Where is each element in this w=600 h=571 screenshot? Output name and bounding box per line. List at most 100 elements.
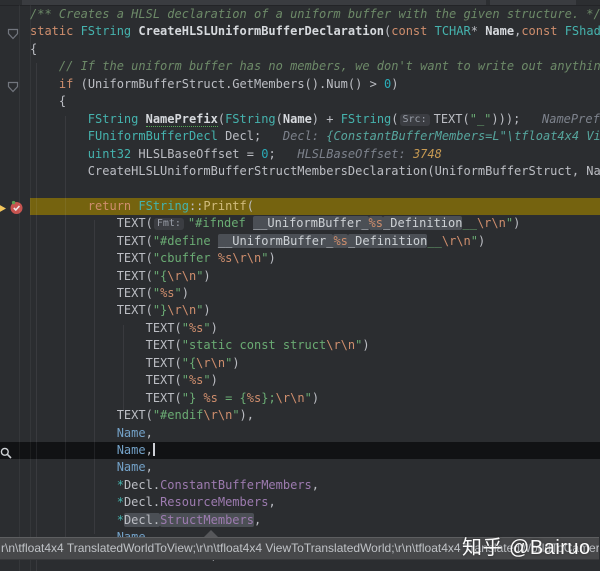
gutter[interactable] <box>0 459 30 476</box>
gutter[interactable] <box>0 58 30 75</box>
code-token: FString <box>81 24 139 38</box>
gutter[interactable] <box>0 233 30 250</box>
gutter[interactable] <box>0 477 30 494</box>
code-token <box>30 77 59 91</box>
gutter[interactable] <box>0 146 30 163</box>
code-token: TEXT( <box>30 286 153 300</box>
editor-row: TEXT("%s") <box>0 320 600 337</box>
code-line[interactable]: Name, <box>30 442 600 459</box>
gutter[interactable] <box>0 215 30 232</box>
code-token: __ <box>427 234 441 248</box>
code-line[interactable]: TEXT("%s") <box>30 372 600 389</box>
code-line[interactable]: TEXT("} %s = {%s};\r\n") <box>30 390 600 407</box>
gutter[interactable] <box>0 494 30 511</box>
code-token: "#ifndef <box>188 216 253 230</box>
gutter[interactable] <box>0 302 30 319</box>
code-token: " <box>471 234 478 248</box>
code-token: "static const struct <box>182 338 327 352</box>
gutter[interactable] <box>0 512 30 529</box>
code-line[interactable]: *Decl.ConstantBufferMembers, <box>30 477 600 494</box>
code-line[interactable]: TEXT("{\r\n") <box>30 268 600 285</box>
code-token: Name <box>30 426 146 440</box>
gutter[interactable] <box>0 390 30 407</box>
code-token: if <box>59 77 81 91</box>
code-line[interactable]: Name, <box>30 425 600 442</box>
gutter[interactable] <box>0 407 30 424</box>
code-line[interactable]: TEXT("%s") <box>30 285 600 302</box>
gutter[interactable] <box>0 285 30 302</box>
gutter[interactable] <box>0 93 30 110</box>
code-line[interactable]: Name, <box>30 459 600 476</box>
ide-editor-window: /** Creates a HLSL declaration of a unif… <box>0 0 600 571</box>
gutter[interactable] <box>0 337 30 354</box>
gutter[interactable] <box>0 355 30 372</box>
gutter[interactable] <box>0 23 30 40</box>
code-line[interactable]: TEXT("static const struct\r\n") <box>30 337 600 354</box>
code-token: "#endif <box>153 408 204 422</box>
code-line[interactable]: FUniformBufferDecl Decl; Decl: {Constant… <box>30 128 600 145</box>
code-line[interactable]: FString NamePrefix(FString(Name) + FStri… <box>30 111 600 128</box>
code-token: ) <box>268 251 275 265</box>
code-token: \r\n <box>232 251 261 265</box>
tab-strip-segment <box>490 0 576 5</box>
code-token: FUniformBufferDecl <box>30 129 225 143</box>
inline-debug-hint-value: 3748 <box>413 147 442 161</box>
code-token: %s <box>333 234 347 248</box>
gutter[interactable] <box>0 268 30 285</box>
code-token: FString <box>30 112 146 126</box>
code-token: "{ <box>153 269 167 283</box>
gutter[interactable] <box>0 320 30 337</box>
code-line[interactable]: TEXT("cbuffer %s\r\n") <box>30 250 600 267</box>
code-line[interactable]: TEXT("{\r\n") <box>30 355 600 372</box>
editor-row: TEXT("#endif\r\n"), <box>0 407 600 424</box>
code-line[interactable]: *Decl.StructMembers, <box>30 512 600 529</box>
code-line[interactable]: // If the uniform buffer has no members,… <box>30 58 600 75</box>
code-line[interactable]: { <box>30 93 600 110</box>
gutter[interactable] <box>0 372 30 389</box>
code-token: ) <box>211 321 218 335</box>
code-line[interactable] <box>30 180 600 197</box>
code-line[interactable]: *Decl.ResourceMembers, <box>30 494 600 511</box>
gutter[interactable] <box>0 442 30 459</box>
code-token: TEXT( <box>30 216 153 230</box>
code-line[interactable]: TEXT("%s") <box>30 320 600 337</box>
code-token: " <box>153 286 160 300</box>
code-token <box>30 513 117 527</box>
gutter[interactable] <box>0 250 30 267</box>
code-token: TEXT( <box>434 112 470 126</box>
code-token: * <box>117 513 124 527</box>
code-token: "cbuffer <box>153 251 218 265</box>
code-line[interactable]: static FString CreateHLSLUniformBufferDe… <box>30 23 600 40</box>
gutter[interactable] <box>0 198 30 215</box>
code-token: " <box>203 321 210 335</box>
gutter[interactable] <box>0 41 30 58</box>
gutter[interactable] <box>0 425 30 442</box>
code-token: = { <box>218 391 247 405</box>
gutter[interactable] <box>0 76 30 93</box>
code-token: const <box>391 24 434 38</box>
code-line[interactable]: TEXT("#define __UniformBuffer_%s_Definit… <box>30 233 600 250</box>
code-line[interactable]: uint32 HLSLBaseOffset = 0; HLSLBaseOffse… <box>30 146 600 163</box>
code-line[interactable]: /** Creates a HLSL declaration of a unif… <box>30 6 600 23</box>
gutter[interactable] <box>0 180 30 197</box>
code-line[interactable]: if (UniformBufferStruct.GetMembers().Num… <box>30 76 600 93</box>
code-token: "#define <box>153 234 218 248</box>
tab-strip-segment <box>22 0 486 5</box>
code-line[interactable]: { <box>30 41 600 58</box>
code-token: , <box>146 426 153 440</box>
code-line[interactable]: TEXT("}\r\n") <box>30 302 600 319</box>
code-token: uint32 <box>30 147 138 161</box>
code-line[interactable]: TEXT(Fmt:"#ifndef __UniformBuffer_%s_Def… <box>30 215 600 232</box>
code-line[interactable]: return FString::Printf( <box>30 198 600 215</box>
inline-debug-hint-label: HLSLBaseOffset: <box>297 147 413 161</box>
editor-row: *Decl.ConstantBufferMembers, <box>0 477 600 494</box>
code-token: ConstantBufferMembers <box>160 478 312 492</box>
code-line[interactable]: TEXT("#endif\r\n"), <box>30 407 600 424</box>
gutter[interactable] <box>0 6 30 23</box>
gutter[interactable] <box>0 128 30 145</box>
code-line[interactable]: CreateHLSLUniformBufferStructMembersDecl… <box>30 163 600 180</box>
gutter[interactable] <box>0 163 30 180</box>
code-editor[interactable]: /** Creates a HLSL declaration of a unif… <box>0 6 600 564</box>
code-token: " <box>203 373 210 387</box>
gutter[interactable] <box>0 111 30 128</box>
